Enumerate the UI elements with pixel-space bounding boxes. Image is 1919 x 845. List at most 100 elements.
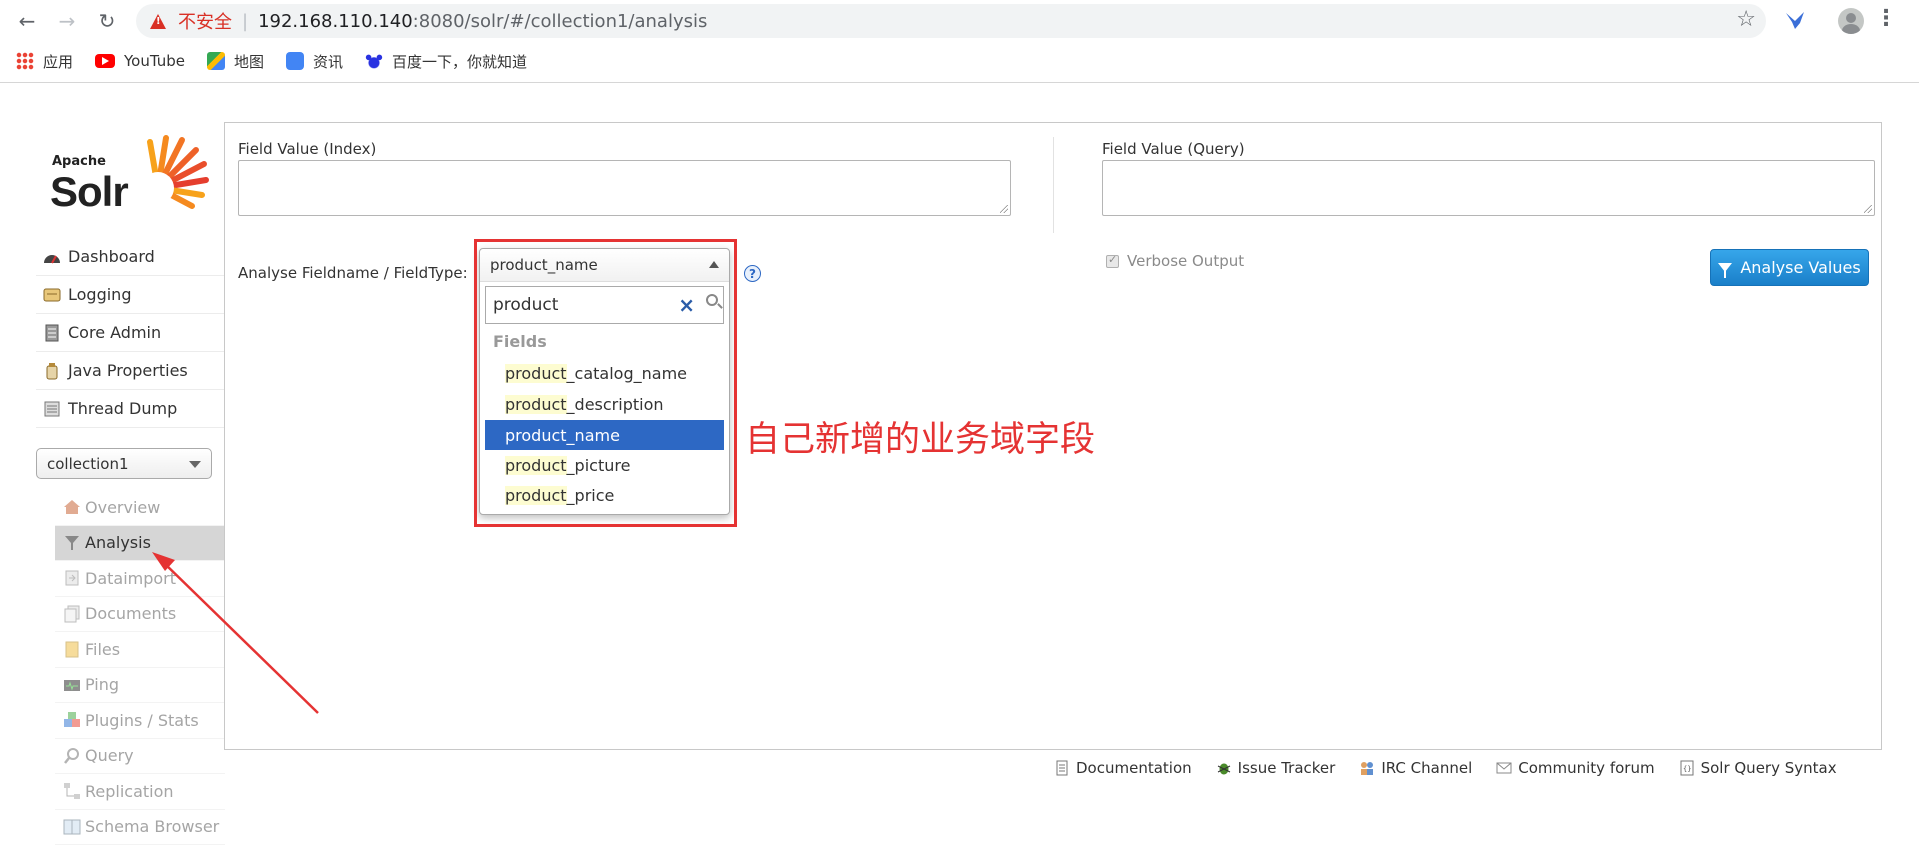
core-nav-ping[interactable]: Ping	[55, 668, 225, 704]
fieldname-label: Analyse Fieldname / FieldType:	[238, 264, 468, 282]
footer-issue-tracker[interactable]: Issue Tracker	[1216, 759, 1336, 777]
verbose-output-option[interactable]: Verbose Output	[1106, 252, 1244, 270]
logo-solr-text: Solr	[50, 168, 128, 216]
bookmark-apps[interactable]: 应用	[16, 51, 73, 72]
irc-icon	[1359, 760, 1375, 776]
core-nav-query[interactable]: Query	[55, 739, 225, 775]
chrome-divider	[0, 82, 1919, 83]
core-nav-dataimport[interactable]: Dataimport	[55, 561, 225, 597]
core-nav-label: Replication	[85, 782, 174, 801]
core-nav-label: Documents	[85, 604, 176, 623]
youtube-icon	[95, 54, 115, 68]
nav-thread-dump[interactable]: Thread Dump	[36, 390, 224, 428]
dataimport-icon	[63, 569, 81, 587]
core-selector-value: collection1	[47, 455, 129, 473]
solr-logo[interactable]: Apache Solr	[50, 132, 210, 212]
url-separator: |	[242, 11, 248, 32]
svg-text:{}: {}	[1683, 765, 1691, 773]
core-nav-label: Ping	[85, 675, 119, 694]
baidu-icon	[365, 52, 383, 70]
nav-logging[interactable]: Logging	[36, 276, 224, 314]
bookmarks-bar: 应用 YouTube 地图 资讯 百度一下，你就知道	[0, 46, 1919, 76]
replication-icon	[63, 782, 81, 800]
nav-label: Core Admin	[68, 323, 161, 342]
core-nav-replication[interactable]: Replication	[55, 774, 225, 810]
documentation-icon	[1054, 760, 1070, 776]
dashboard-icon	[42, 248, 62, 266]
browser-toolbar: ← → ↻ 不安全 | 192.168.110.140 :8080/solr/#…	[0, 0, 1919, 42]
ping-icon	[63, 676, 81, 694]
nav-java-properties[interactable]: Java Properties	[36, 352, 224, 390]
schema-icon	[63, 818, 81, 836]
nav-label: Thread Dump	[68, 399, 177, 418]
bookmark-label: 资讯	[313, 51, 343, 72]
core-nav: Overview Analysis Dataimport Documents F…	[55, 490, 225, 845]
news-icon	[286, 52, 304, 70]
core-nav-overview[interactable]: Overview	[55, 490, 225, 526]
files-icon	[63, 640, 81, 658]
reload-icon[interactable]: ↻	[92, 6, 122, 36]
footer-link-label: Documentation	[1076, 759, 1192, 777]
nav-label: Logging	[68, 285, 131, 304]
panel-divider	[1053, 137, 1054, 233]
bookmark-youtube[interactable]: YouTube	[95, 52, 185, 70]
footer-links: Documentation Issue Tracker IRC Channel …	[1054, 757, 1861, 779]
bookmark-news[interactable]: 资讯	[286, 51, 343, 72]
query-value-textarea[interactable]	[1102, 160, 1875, 216]
core-nav-label: Files	[85, 640, 120, 659]
verbose-label: Verbose Output	[1127, 252, 1244, 270]
core-nav-documents[interactable]: Documents	[55, 597, 225, 633]
footer-link-label: Solr Query Syntax	[1701, 759, 1837, 777]
core-nav-label: Analysis	[85, 533, 151, 552]
bookmark-label: 应用	[43, 51, 73, 72]
analyse-values-button[interactable]: Analyse Values	[1710, 249, 1869, 286]
core-nav-analysis[interactable]: Analysis	[55, 526, 225, 562]
footer-link-label: Issue Tracker	[1238, 759, 1336, 777]
warning-icon	[150, 14, 166, 29]
footer-documentation[interactable]: Documentation	[1054, 759, 1192, 777]
core-nav-label: Schema Browser	[85, 817, 219, 836]
apps-icon	[16, 52, 34, 70]
core-admin-icon	[42, 324, 62, 342]
core-nav-schema-browser[interactable]: Schema Browser	[55, 810, 225, 845]
footer-community-forum[interactable]: Community forum	[1496, 759, 1654, 777]
core-nav-label: Dataimport	[85, 569, 176, 588]
overview-icon	[63, 498, 81, 516]
bookmark-star-icon[interactable]: ☆	[1736, 7, 1756, 32]
solr-sun-icon	[128, 132, 210, 212]
footer-link-label: IRC Channel	[1381, 759, 1472, 777]
core-nav-files[interactable]: Files	[55, 632, 225, 668]
verbose-checkbox[interactable]	[1106, 255, 1119, 268]
java-icon	[42, 362, 62, 380]
extension-bird-icon[interactable]	[1783, 9, 1807, 33]
core-selector[interactable]: collection1	[36, 448, 212, 479]
bug-icon	[1216, 760, 1232, 776]
forward-arrow-icon[interactable]: →	[52, 6, 82, 36]
nav-label: Dashboard	[68, 247, 155, 266]
menu-dots-icon[interactable]: ⋮	[1875, 6, 1897, 31]
url-path: :8080/solr/#/collection1/analysis	[413, 11, 708, 32]
annotation-text: 自己新增的业务域字段	[745, 411, 1095, 462]
help-icon[interactable]: ?	[744, 265, 761, 282]
funnel-icon	[1718, 263, 1732, 272]
index-value-label: Field Value (Index)	[238, 140, 376, 158]
bookmark-baidu[interactable]: 百度一下，你就知道	[365, 51, 527, 72]
main-nav: Dashboard Logging Core Admin Java Proper…	[36, 238, 224, 428]
core-nav-plugins[interactable]: Plugins / Stats	[55, 703, 225, 739]
index-value-textarea[interactable]	[238, 160, 1011, 216]
nav-core-admin[interactable]: Core Admin	[36, 314, 224, 352]
query-icon	[63, 747, 81, 765]
footer-link-label: Community forum	[1518, 759, 1654, 777]
bookmark-label: 地图	[234, 51, 264, 72]
footer-irc-channel[interactable]: IRC Channel	[1359, 759, 1472, 777]
back-arrow-icon[interactable]: ←	[12, 6, 42, 36]
footer-solr-query-syntax[interactable]: {} Solr Query Syntax	[1679, 759, 1837, 777]
documents-icon	[63, 605, 81, 623]
annotation-box	[474, 239, 737, 527]
nav-dashboard[interactable]: Dashboard	[36, 238, 224, 276]
profile-avatar[interactable]	[1838, 8, 1864, 34]
core-nav-label: Overview	[85, 498, 160, 517]
core-nav-label: Query	[85, 746, 134, 765]
bookmark-maps[interactable]: 地图	[207, 51, 264, 72]
address-bar[interactable]: 不安全 | 192.168.110.140 :8080/solr/#/colle…	[136, 4, 1766, 38]
